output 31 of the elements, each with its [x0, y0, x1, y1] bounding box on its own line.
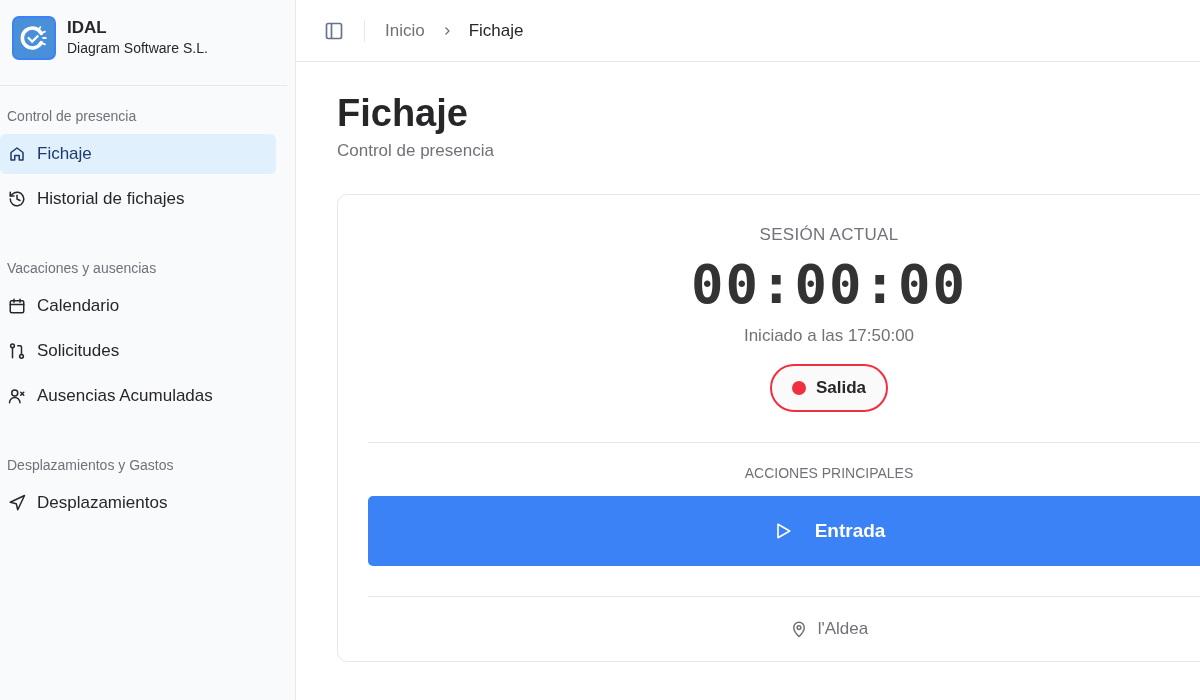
nav-item[interactable]: Solicitudes — [0, 331, 276, 371]
session-timer: 00:00:00 — [690, 253, 968, 316]
breadcrumb-current: Fichaje — [468, 20, 524, 41]
app-logo — [12, 16, 56, 60]
status-label: Salida — [815, 378, 867, 398]
nav-item[interactable]: Desplazamientos — [0, 483, 276, 523]
nav-item[interactable]: Ausencias Acumuladas — [0, 376, 276, 416]
page-title: Fichaje — [337, 92, 469, 135]
breadcrumb-link[interactable]: Inicio — [385, 20, 425, 41]
user-x-icon — [8, 387, 26, 405]
history-icon — [8, 190, 26, 208]
section-heading: Control de presencia — [6, 108, 138, 126]
nav-item[interactable]: Calendario — [0, 286, 276, 326]
location-label: l'Aldea — [817, 619, 869, 639]
start-time: Iniciado a las 17:50:00 — [743, 326, 915, 346]
nav-item[interactable]: Fichaje — [0, 134, 276, 174]
sidebar-toggle-button[interactable] — [324, 20, 344, 41]
home-icon — [8, 145, 26, 163]
nav-item[interactable]: Historial de fichajes — [0, 179, 276, 219]
sidebar-icon — [324, 20, 344, 41]
calendar-icon — [8, 297, 26, 315]
section-heading: Desplazamientos y Gastos — [6, 457, 175, 475]
section-label: SESIÓN ACTUAL — [759, 225, 899, 245]
check-in-button[interactable]: Entrada — [368, 496, 1200, 566]
section-heading: Vacaciones y ausencias — [6, 260, 158, 278]
section-label: ACCIONES PRINCIPALES — [744, 465, 914, 481]
app-name: IDAL — [67, 18, 108, 38]
company-name: Diagram Software S.L. — [67, 40, 208, 56]
branch-icon — [8, 342, 26, 360]
navigation-arrow-icon — [8, 494, 26, 512]
page-subtitle: Control de presencia — [337, 141, 495, 161]
